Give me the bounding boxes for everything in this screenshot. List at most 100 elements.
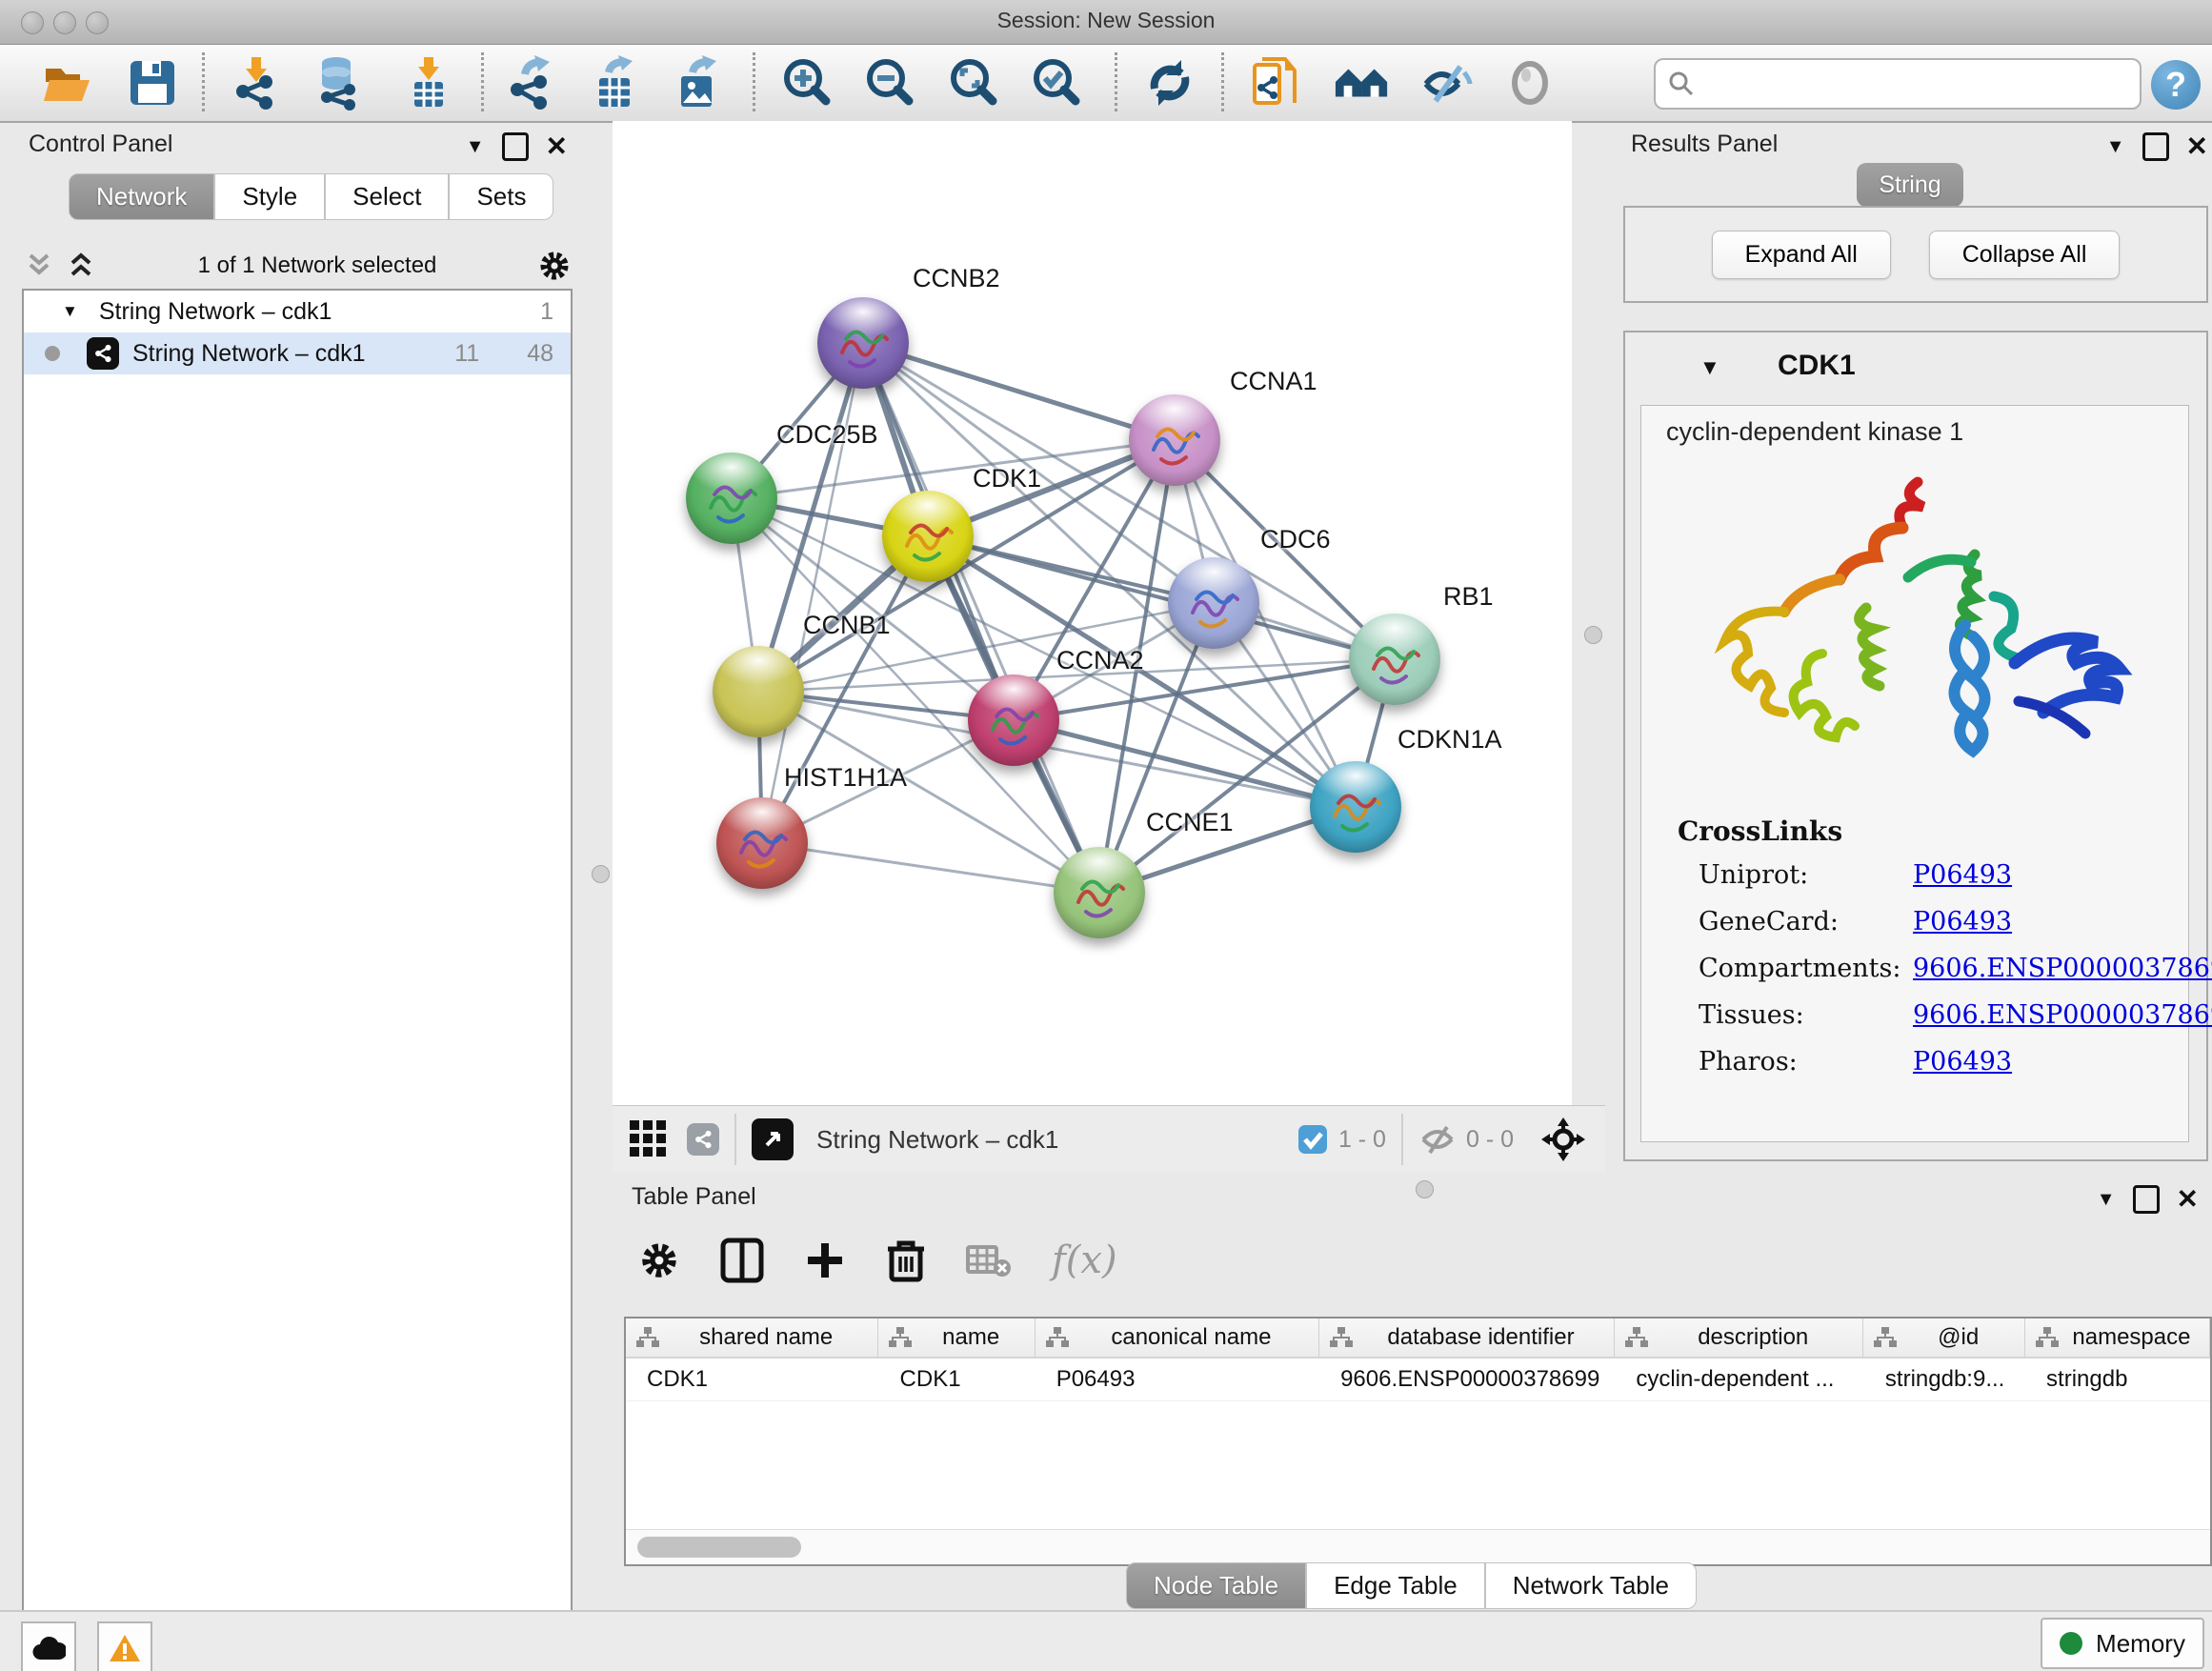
network-options-gear-icon[interactable] [537, 249, 572, 283]
collapse-all-button[interactable]: Collapse All [1929, 231, 2121, 279]
right-splitter-handle[interactable] [1584, 626, 1602, 644]
node-CDK1[interactable] [882, 491, 974, 582]
crosslink-genecard-link[interactable]: P06493 [1913, 907, 2012, 936]
column-header-id[interactable]: @id [1863, 1319, 2024, 1357]
show-all-icon[interactable] [1501, 54, 1558, 111]
tab-network-table[interactable]: Network Table [1485, 1562, 1697, 1609]
import-network-database-icon[interactable] [311, 54, 368, 111]
crosslink-uniprot-link[interactable]: P06493 [1913, 860, 2012, 890]
export-image-icon[interactable] [669, 54, 726, 111]
expand-all-icon[interactable] [65, 252, 97, 280]
column-header-namespace[interactable]: namespace [2025, 1319, 2210, 1357]
collapse-all-icon[interactable] [23, 252, 55, 280]
tab-node-table[interactable]: Node Table [1126, 1562, 1306, 1609]
close-panel-icon[interactable]: ✕ [2177, 1190, 2199, 1209]
birds-eye-view-icon[interactable] [628, 1118, 670, 1160]
gene-section-header[interactable]: ▼ CDK1 [1625, 332, 2206, 403]
export-table-icon[interactable] [587, 54, 644, 111]
scrollbar-thumb[interactable] [637, 1537, 801, 1558]
open-session-icon[interactable] [38, 54, 95, 111]
crosslink-pharos-link[interactable]: P06493 [1913, 1047, 2012, 1077]
pan-crosshair-icon[interactable] [1540, 1117, 1586, 1162]
network-row[interactable]: String Network – cdk1 11 48 [24, 332, 571, 374]
selected-checkbox-icon[interactable] [1297, 1123, 1329, 1156]
float-panel-icon[interactable] [2133, 1185, 2160, 1214]
expand-all-button[interactable]: Expand All [1712, 231, 1891, 279]
import-network-file-icon[interactable] [229, 54, 286, 111]
node-CDC6[interactable] [1168, 557, 1259, 649]
network-type-icon[interactable] [687, 1123, 719, 1156]
edge-CCNB2-CCNA1[interactable] [863, 343, 1175, 440]
first-neighbors-icon[interactable] [1334, 54, 1391, 111]
hide-selected-icon[interactable] [1418, 54, 1475, 111]
tab-select[interactable]: Select [325, 173, 449, 220]
float-panel-icon[interactable] [2142, 132, 2169, 161]
table-options-gear-icon[interactable] [638, 1239, 680, 1281]
tab-sets[interactable]: Sets [449, 173, 553, 220]
node-label-HIST1H1A: HIST1H1A [784, 763, 907, 793]
node-CCNA1[interactable] [1129, 394, 1220, 486]
zoom-in-icon[interactable] [779, 54, 836, 111]
column-header-description[interactable]: description [1615, 1319, 1863, 1357]
search-input[interactable] [1703, 70, 2140, 98]
apply-layout-icon[interactable] [1141, 54, 1198, 111]
collection-expander-icon[interactable]: ▼ [62, 302, 78, 321]
column-header-name[interactable]: name [878, 1319, 1035, 1357]
edge-HIST1H1A-CCNE1[interactable] [762, 843, 1099, 893]
zoom-fit-icon[interactable] [946, 54, 1003, 111]
table-header-row: shared name name canonical name database… [626, 1319, 2210, 1359]
memory-button[interactable]: Memory [2041, 1618, 2204, 1669]
table-row[interactable]: CDK1CDK1P064939606.ENSP00000378699cyclin… [626, 1359, 2210, 1401]
tab-network[interactable]: Network [69, 173, 214, 220]
control-panel-title: Control Panel [29, 131, 172, 158]
panel-menu-icon[interactable]: ▼ [466, 136, 485, 158]
float-panel-icon[interactable] [502, 132, 529, 161]
network-collection-row[interactable]: ▼ String Network – cdk1 1 [24, 291, 571, 332]
results-buttons-box: Expand All Collapse All [1623, 206, 2208, 303]
hidden-eye-icon[interactable] [1418, 1122, 1457, 1157]
zoom-selected-icon[interactable] [1029, 54, 1086, 111]
delete-column-icon[interactable] [886, 1238, 926, 1283]
node-HIST1H1A[interactable] [716, 797, 808, 889]
crosslink-label: Pharos: [1699, 1047, 1913, 1077]
edge-CDK1-RB1[interactable] [928, 536, 1395, 659]
node-CCNE1[interactable] [1054, 847, 1145, 938]
show-columns-icon[interactable] [720, 1238, 764, 1283]
import-table-icon[interactable] [400, 54, 457, 111]
save-session-icon[interactable] [124, 54, 181, 111]
zoom-out-icon[interactable] [862, 54, 919, 111]
crosslink-tissues-link[interactable]: 9606.ENSP00000378699 [1913, 1000, 2212, 1030]
network-edge-count: 48 [527, 340, 553, 368]
edge-CCNB2-CCNE1[interactable] [863, 343, 1099, 893]
network-canvas[interactable]: CCNB2 CCNA1 CDC25B [613, 121, 1572, 1105]
main-toolbar: ? [0, 45, 2212, 123]
column-header-sharedname[interactable]: shared name [626, 1319, 878, 1357]
cloud-status-button[interactable] [21, 1621, 76, 1671]
crosslink-compartments-link[interactable]: 9606.ENSP00000378699 [1913, 954, 2212, 983]
section-expander-icon[interactable]: ▼ [1699, 355, 1720, 380]
export-network-icon[interactable] [505, 54, 562, 111]
panel-menu-icon[interactable]: ▼ [2097, 1189, 2116, 1211]
close-panel-icon[interactable]: ✕ [546, 137, 568, 156]
left-splitter-handle[interactable] [592, 865, 610, 883]
create-column-icon[interactable] [804, 1239, 846, 1281]
node-CDKN1A[interactable] [1310, 761, 1401, 853]
column-header-canonicalname[interactable]: canonical name [1036, 1319, 1319, 1357]
panel-menu-icon[interactable]: ▼ [2106, 136, 2125, 158]
strip-separator [1401, 1114, 1403, 1165]
node-CCNB2[interactable] [817, 297, 909, 389]
open-in-new-window-icon[interactable] [752, 1118, 794, 1160]
close-panel-icon[interactable]: ✕ [2186, 137, 2208, 156]
new-network-from-selection-icon[interactable] [1248, 54, 1305, 111]
help-icon[interactable]: ? [2151, 60, 2201, 110]
tab-edge-table[interactable]: Edge Table [1306, 1562, 1485, 1609]
column-header-databaseidentifier[interactable]: database identifier [1319, 1319, 1615, 1357]
warnings-button[interactable] [97, 1621, 152, 1671]
node-CCNB1[interactable] [713, 646, 804, 737]
node-CCNA2[interactable] [968, 674, 1059, 766]
tab-style[interactable]: Style [214, 173, 325, 220]
node-CDC25B[interactable] [686, 453, 777, 544]
table-horizontal-scrollbar[interactable] [626, 1529, 2210, 1564]
node-RB1[interactable] [1349, 614, 1440, 705]
tab-string[interactable]: String [1857, 163, 1963, 207]
